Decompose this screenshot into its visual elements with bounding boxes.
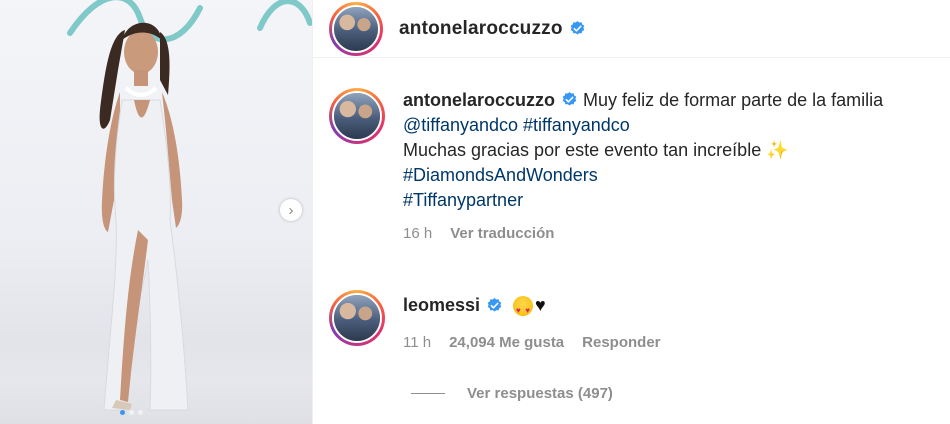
carousel-dot xyxy=(129,410,134,415)
view-replies-label: Ver respuestas (497) xyxy=(467,385,613,402)
caption-avatar[interactable] xyxy=(329,88,385,144)
reply-button[interactable]: Responder xyxy=(582,334,660,351)
next-photo-button[interactable]: › xyxy=(280,199,302,221)
caption-thanks-text: Muchas gracias por este evento tan incre… xyxy=(403,140,762,160)
verified-badge-icon xyxy=(562,92,577,106)
caption-text: antonelaroccuzzo Muy feliz de formar par… xyxy=(403,88,943,246)
comment-timestamp[interactable]: 11 h xyxy=(403,334,431,351)
hashtag-diamondsandwonders[interactable]: #DiamondsAndWonders xyxy=(403,165,598,185)
chevron-right-icon: › xyxy=(288,201,294,219)
see-translation-button[interactable]: Ver traducción xyxy=(450,221,554,246)
black-heart-emoji: ♥ xyxy=(535,295,546,315)
comment: leomessi ♥ 11 h 24,094 Me gusta Responde… xyxy=(313,290,950,351)
hashtag-tiffanyandco[interactable]: #tiffanyandco xyxy=(523,115,630,135)
comment-likes-count[interactable]: 24,094 Me gusta xyxy=(449,334,564,351)
commenter-username[interactable]: leomessi xyxy=(403,293,480,318)
post-photo[interactable]: › xyxy=(0,0,312,424)
mention-tiffanyandco[interactable]: @tiffanyandco xyxy=(403,115,518,135)
commenter-avatar[interactable] xyxy=(329,290,385,346)
comment-meta: 11 h 24,094 Me gusta Responder xyxy=(403,334,661,351)
view-replies-button[interactable]: Ver respuestas (497) xyxy=(411,385,613,402)
woman-in-white-gown-figure xyxy=(99,22,189,411)
verified-badge-icon xyxy=(570,21,584,35)
owner-avatar[interactable] xyxy=(329,1,383,56)
comment-line: leomessi ♥ xyxy=(403,293,661,323)
caption-timestamp[interactable]: 16 h xyxy=(403,221,432,246)
heart-eyes-emoji-icon xyxy=(513,295,534,323)
carousel-dot-active xyxy=(120,410,125,415)
post-header: antonelaroccuzzo xyxy=(313,0,950,58)
caption: antonelaroccuzzo Muy feliz de formar par… xyxy=(313,88,950,246)
caption-username[interactable]: antonelaroccuzzo xyxy=(403,90,555,110)
caption-lead-text: Muy feliz de formar parte de la familia xyxy=(583,90,884,110)
replies-line-divider xyxy=(411,393,445,394)
owner-username[interactable]: antonelaroccuzzo xyxy=(399,18,563,40)
comment-body: leomessi ♥ 11 h 24,094 Me gusta Responde… xyxy=(403,290,661,351)
caption-meta: 16 h Ver traducción xyxy=(403,221,943,246)
verified-badge-icon xyxy=(487,298,502,312)
carousel-dots xyxy=(120,410,143,415)
sparkles-emoji-icon: ✨ xyxy=(766,140,789,160)
hashtag-tiffanypartner[interactable]: #Tiffanypartner xyxy=(403,190,523,210)
carousel-dot xyxy=(138,410,143,415)
